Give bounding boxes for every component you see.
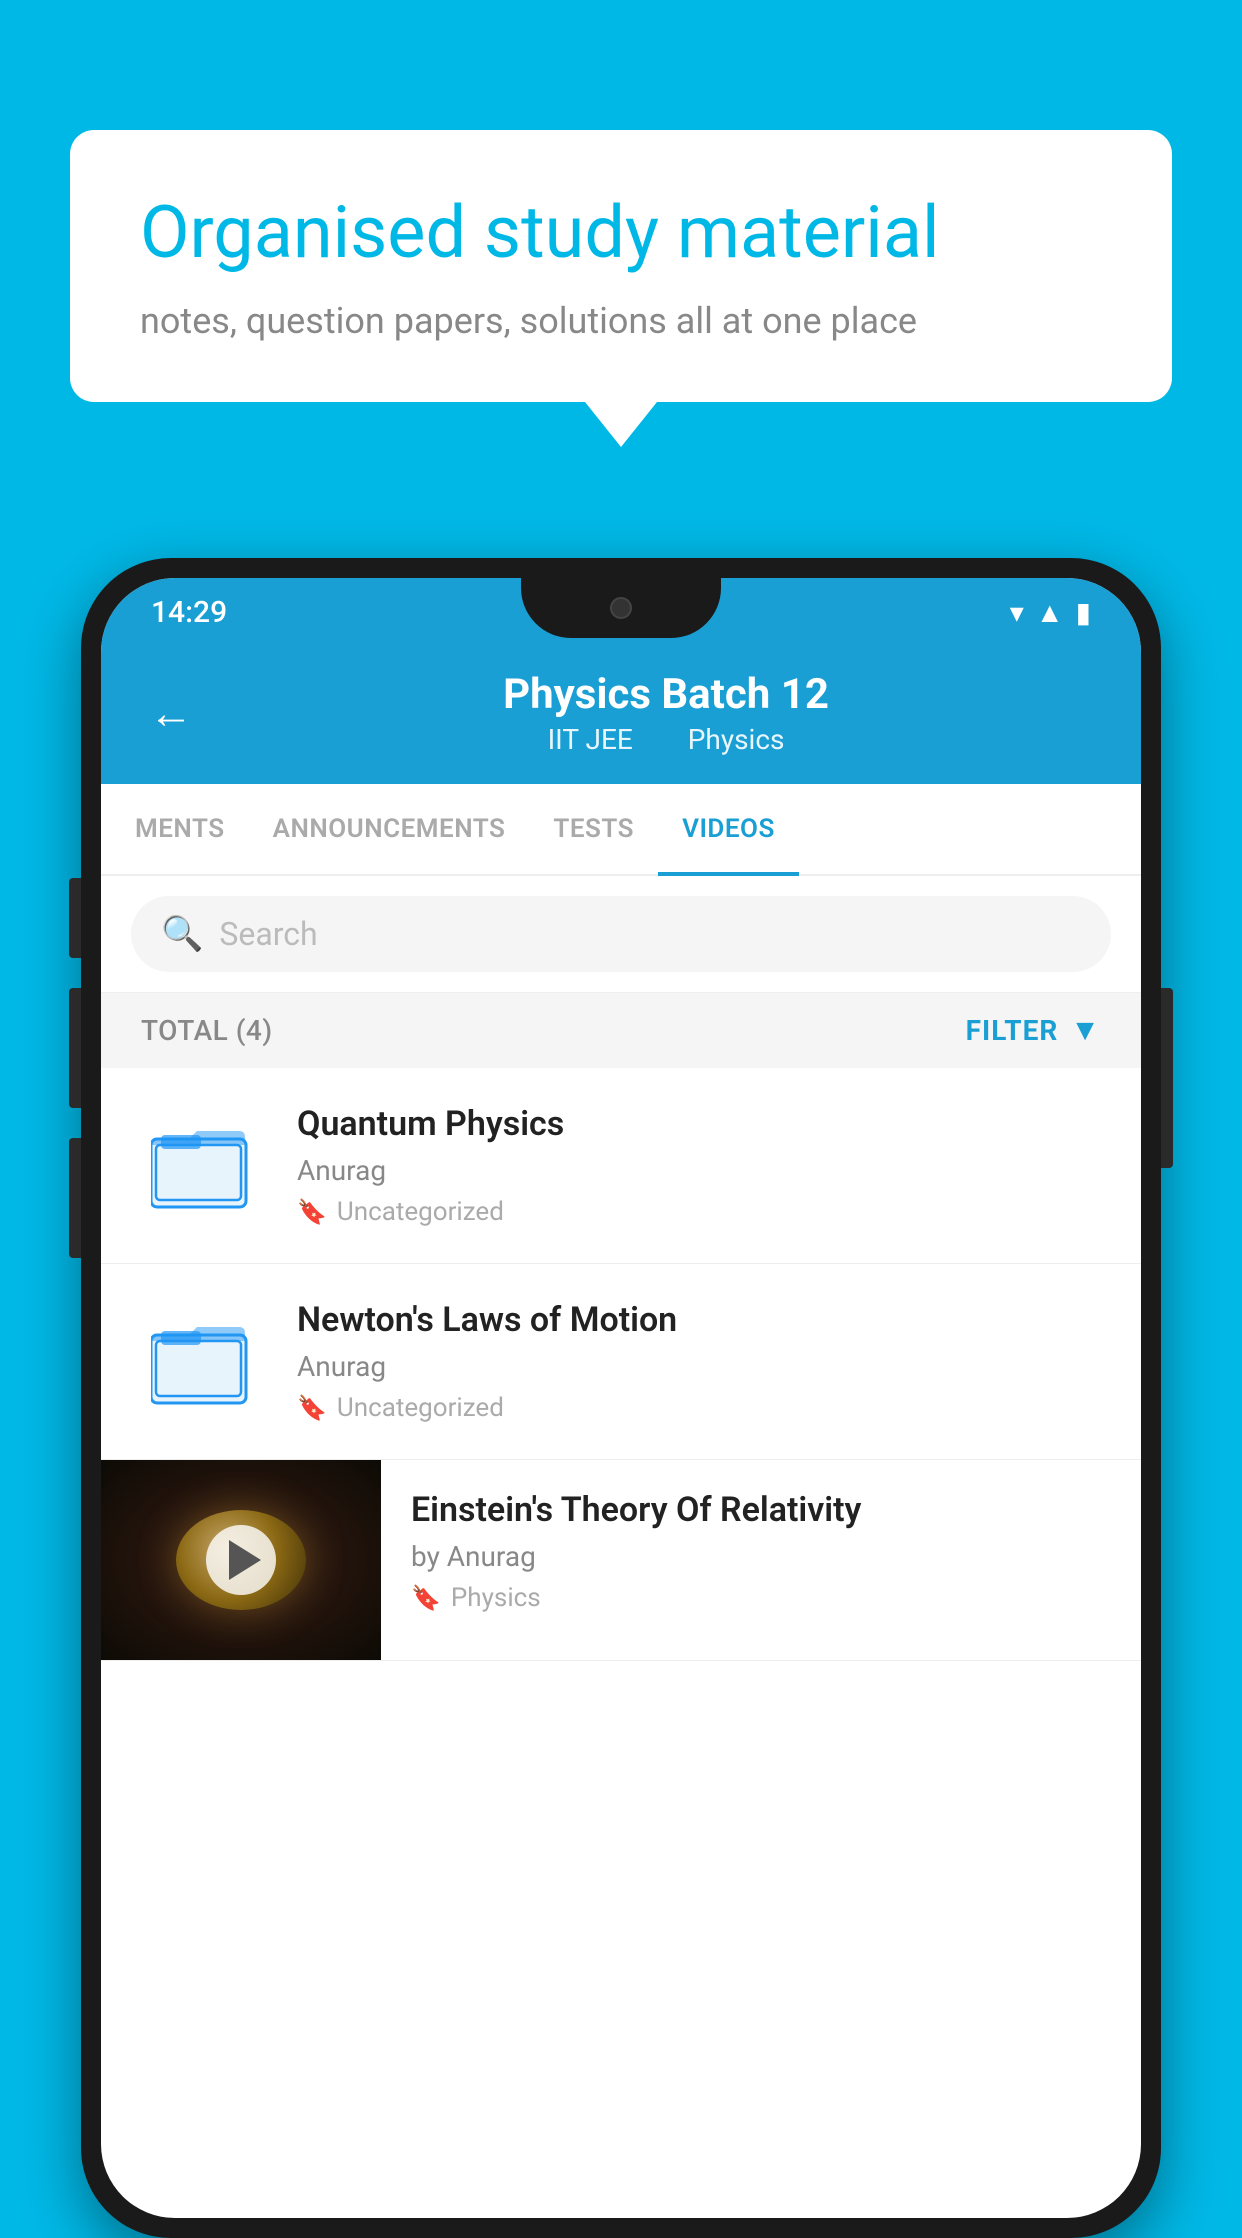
header-title-section: Physics Batch 12 IIT JEE Physics xyxy=(231,670,1101,756)
tabs-bar: MENTS ANNOUNCEMENTS TESTS VIDEOS xyxy=(101,784,1141,876)
wifi-icon: ▾ xyxy=(1010,596,1024,629)
video-tag: 🔖 Uncategorized xyxy=(297,1197,1101,1227)
tab-tests[interactable]: TESTS xyxy=(529,784,658,874)
video-tag: 🔖 Physics xyxy=(411,1583,1111,1613)
filter-label: FILTER xyxy=(966,1014,1059,1047)
filter-bar: TOTAL (4) FILTER ▼ xyxy=(101,993,1141,1068)
search-container: 🔍 Search xyxy=(101,876,1141,993)
phone-button-vol-down xyxy=(69,1138,81,1258)
video-thumbnail-image xyxy=(101,1460,381,1660)
speech-bubble: Organised study material notes, question… xyxy=(70,130,1172,402)
list-item[interactable]: Quantum Physics Anurag 🔖 Uncategorized xyxy=(101,1068,1141,1264)
phone-screen: 14:29 ▾ ▲ ▮ ← Physics Batch 12 IIT JEE P… xyxy=(101,578,1141,2218)
tag-icon: 🔖 xyxy=(297,1198,327,1226)
tab-ments[interactable]: MENTS xyxy=(111,784,249,874)
tag-label: Uncategorized xyxy=(337,1393,504,1423)
bubble-subtitle: notes, question papers, solutions all at… xyxy=(140,300,1102,342)
tab-announcements[interactable]: ANNOUNCEMENTS xyxy=(249,784,530,874)
bubble-title: Organised study material xyxy=(140,190,1102,276)
video-author: Anurag xyxy=(297,1154,1101,1187)
tag-label: Uncategorized xyxy=(337,1197,504,1227)
signal-icon: ▲ xyxy=(1036,596,1064,629)
header-title: Physics Batch 12 xyxy=(231,670,1101,719)
video-title: Newton's Laws of Motion xyxy=(297,1300,1101,1340)
phone-notch xyxy=(521,578,721,638)
video-info: Newton's Laws of Motion Anurag 🔖 Uncateg… xyxy=(297,1300,1101,1423)
phone-button-vol-up xyxy=(69,988,81,1108)
total-count: TOTAL (4) xyxy=(141,1014,273,1047)
battery-icon: ▮ xyxy=(1076,596,1091,629)
app-header: ← Physics Batch 12 IIT JEE Physics xyxy=(101,646,1141,784)
header-subtitle-physics: Physics xyxy=(688,723,785,756)
tag-icon: 🔖 xyxy=(411,1584,441,1612)
video-author: by Anurag xyxy=(411,1540,1111,1573)
phone-button-right xyxy=(1161,988,1173,1168)
search-bar[interactable]: 🔍 Search xyxy=(131,896,1111,972)
video-info: Quantum Physics Anurag 🔖 Uncategorized xyxy=(297,1104,1101,1227)
filter-button[interactable]: FILTER ▼ xyxy=(966,1013,1101,1048)
video-folder-icon xyxy=(141,1121,261,1211)
header-subtitle: IIT JEE Physics xyxy=(231,723,1101,756)
status-icons: ▾ ▲ ▮ xyxy=(1010,596,1091,629)
search-placeholder: Search xyxy=(219,915,317,953)
speech-bubble-container: Organised study material notes, question… xyxy=(70,130,1172,402)
play-button[interactable] xyxy=(206,1525,276,1595)
tag-icon: 🔖 xyxy=(297,1394,327,1422)
phone-button-power xyxy=(69,878,81,958)
video-title: Einstein's Theory Of Relativity xyxy=(411,1490,1111,1530)
video-tag: 🔖 Uncategorized xyxy=(297,1393,1101,1423)
status-time: 14:29 xyxy=(151,595,227,630)
video-list: Quantum Physics Anurag 🔖 Uncategorized xyxy=(101,1068,1141,1661)
camera xyxy=(610,597,632,619)
tag-label: Physics xyxy=(451,1583,541,1613)
list-item[interactable]: Newton's Laws of Motion Anurag 🔖 Uncateg… xyxy=(101,1264,1141,1460)
play-icon xyxy=(229,1540,261,1580)
status-bar: 14:29 ▾ ▲ ▮ xyxy=(101,578,1141,646)
video-author: Anurag xyxy=(297,1350,1101,1383)
search-icon: 🔍 xyxy=(161,914,203,954)
tab-videos[interactable]: VIDEOS xyxy=(658,784,799,874)
list-item[interactable]: Einstein's Theory Of Relativity by Anura… xyxy=(101,1460,1141,1661)
filter-icon: ▼ xyxy=(1070,1013,1101,1048)
video-title: Quantum Physics xyxy=(297,1104,1101,1144)
phone-frame: 14:29 ▾ ▲ ▮ ← Physics Batch 12 IIT JEE P… xyxy=(81,558,1161,2238)
back-button[interactable]: ← xyxy=(141,679,201,747)
video-folder-icon xyxy=(141,1317,261,1407)
video-info: Einstein's Theory Of Relativity by Anura… xyxy=(381,1460,1141,1643)
header-subtitle-iitjee: IIT JEE xyxy=(548,723,633,756)
